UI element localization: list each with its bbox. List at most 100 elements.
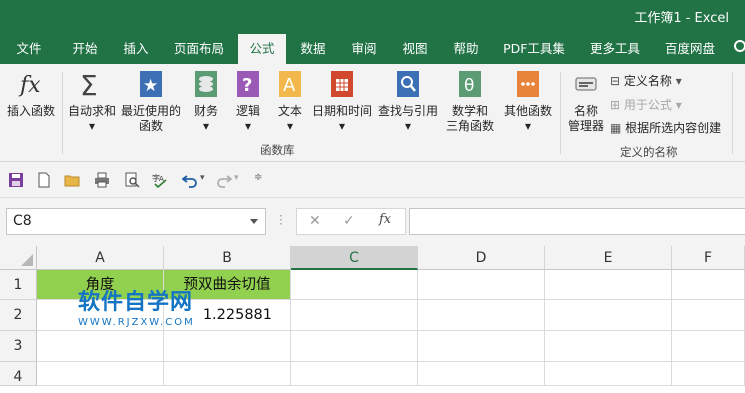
tag-icon: ⊟ [610,74,621,88]
chevron-down-icon: ▾ [404,119,412,133]
print-icon[interactable] [94,172,110,188]
cell-b4[interactable] [164,362,291,386]
cell-f2[interactable] [672,300,745,331]
insert-function-label: 插入函数 [6,104,55,118]
more-book-icon [515,70,541,98]
cell-d2[interactable] [418,300,545,331]
fx-icon: fx [18,70,44,98]
tab-data[interactable]: 数据 [286,34,340,64]
cell-e3[interactable] [545,331,672,362]
cell-e2[interactable] [545,300,672,331]
formula-icon: ⊞ [610,98,621,112]
sigma-icon: Σ [79,69,105,102]
undo-dropdown-chevron-icon[interactable]: ▾ [200,173,205,183]
redo-icon[interactable] [216,172,232,188]
define-name-button[interactable]: ⊟ 定义名称 ▾ [610,72,682,89]
cell-d4[interactable] [418,362,545,386]
cell-a3[interactable] [37,331,164,362]
grid-create-icon: ▦ [610,121,622,135]
tab-insert[interactable]: 插入 [112,34,160,64]
name-manager-label-1: 名称 [573,104,598,118]
select-all-corner[interactable] [0,246,37,270]
text-functions-button[interactable]: A 文本 ▾ [270,70,310,134]
autosum-button[interactable]: Σ 自动求和 ▾ [66,69,118,134]
cell-b3[interactable] [164,331,291,362]
cell-f1[interactable] [672,270,745,300]
chevron-down-icon: ▾ [88,119,96,133]
column-header-e[interactable]: E [545,246,672,270]
lookup-reference-label: 查找与引用 [377,104,438,118]
row-header-2[interactable]: 2 [0,300,37,331]
cell-c2[interactable] [291,300,418,331]
lookup-reference-button[interactable]: 查找与引用 ▾ [376,70,440,134]
logical-button[interactable]: ? 逻辑 ▾ [228,70,268,134]
insert-function-fx-icon[interactable]: fx [379,212,391,227]
watermark-url: WWW.RJZXW.COM [78,317,195,328]
theta-book-icon: θ [457,70,483,98]
tab-page-layout[interactable]: 页面布局 [160,34,238,64]
cell-d3[interactable] [418,331,545,362]
undo-icon[interactable] [182,172,198,188]
column-header-d[interactable]: D [418,246,545,270]
financial-label: 财务 [193,104,218,118]
cell-c1[interactable] [291,270,418,300]
formula-input[interactable] [409,208,745,235]
row-header-1[interactable]: 1 [0,270,37,300]
spell-check-icon[interactable]: 字A [152,172,168,188]
cell-e1[interactable] [545,270,672,300]
customize-toolbar-icon[interactable]: ≑ [254,172,262,183]
recently-used-button[interactable]: ★ 最近使用的 函数 [120,70,182,134]
column-header-c[interactable]: C [291,246,418,270]
cell-d1[interactable] [418,270,545,300]
column-header-a[interactable]: A [37,246,164,270]
svg-text:★: ★ [143,76,158,96]
cell-c3[interactable] [291,331,418,362]
redo-dropdown-chevron-icon[interactable]: ▾ [234,173,239,183]
cell-f4[interactable] [672,362,745,386]
tab-help[interactable]: 帮助 [442,34,490,64]
tab-home[interactable]: 开始 [58,34,112,64]
chevron-down-icon: ▾ [244,119,252,133]
row-header-3[interactable]: 3 [0,331,37,362]
name-manager-button[interactable]: 名称 管理器 [564,70,608,134]
tab-baidu-netdisk[interactable]: 百度网盘 [652,34,728,64]
chevron-down-icon: ▾ [338,119,346,133]
tab-pdf-tools[interactable]: PDF工具集 [490,34,578,64]
cell-f3[interactable] [672,331,745,362]
financial-button[interactable]: 财务 ▾ [186,70,226,134]
other-functions-button[interactable]: 其他函数 ▾ [502,70,554,134]
insert-function-button[interactable]: fx 插入函数 [4,70,58,119]
name-box-chevron-down-icon[interactable] [250,219,258,224]
tab-view[interactable]: 视图 [388,34,442,64]
svg-text:A: A [283,75,296,96]
date-time-button[interactable]: 日期和时间 ▾ [310,70,374,134]
new-document-icon[interactable] [36,172,52,188]
cancel-icon[interactable]: ✕ [309,213,321,229]
save-icon[interactable] [8,172,24,188]
magnifier-book-icon [395,70,421,98]
vertical-dots-icon: · · · [279,209,283,231]
cell-c4[interactable] [291,362,418,386]
enter-icon[interactable]: ✓ [343,213,355,229]
formula-bar: C8 · · · ✕ ✓ fx [0,198,745,246]
row-header-4[interactable]: 4 [0,362,37,386]
other-functions-label: 其他函数 [503,104,552,118]
tell-me-search-icon[interactable] [734,40,745,52]
chevron-down-icon: ▾ [202,119,210,133]
column-header-f[interactable]: F [672,246,745,270]
tab-formulas[interactable]: 公式 [238,34,286,64]
cell-e4[interactable] [545,362,672,386]
open-folder-icon[interactable] [64,172,80,188]
tab-file[interactable]: 文件 [0,34,58,64]
tab-review[interactable]: 审阅 [340,34,388,64]
tab-more-tools[interactable]: 更多工具 [578,34,652,64]
cell-a4[interactable] [37,362,164,386]
create-from-selection-label: 根据所选内容创建 [625,121,722,135]
use-in-formula-button[interactable]: ⊞ 用于公式 ▾ [610,96,682,113]
create-from-selection-button[interactable]: ▦ 根据所选内容创建 [610,119,721,136]
ribbon-separator [560,72,561,154]
math-trig-button[interactable]: θ 数学和 三角函数 [440,70,500,134]
column-header-b[interactable]: B [164,246,291,270]
name-box[interactable]: C8 [6,208,266,235]
print-preview-icon[interactable] [124,172,140,188]
